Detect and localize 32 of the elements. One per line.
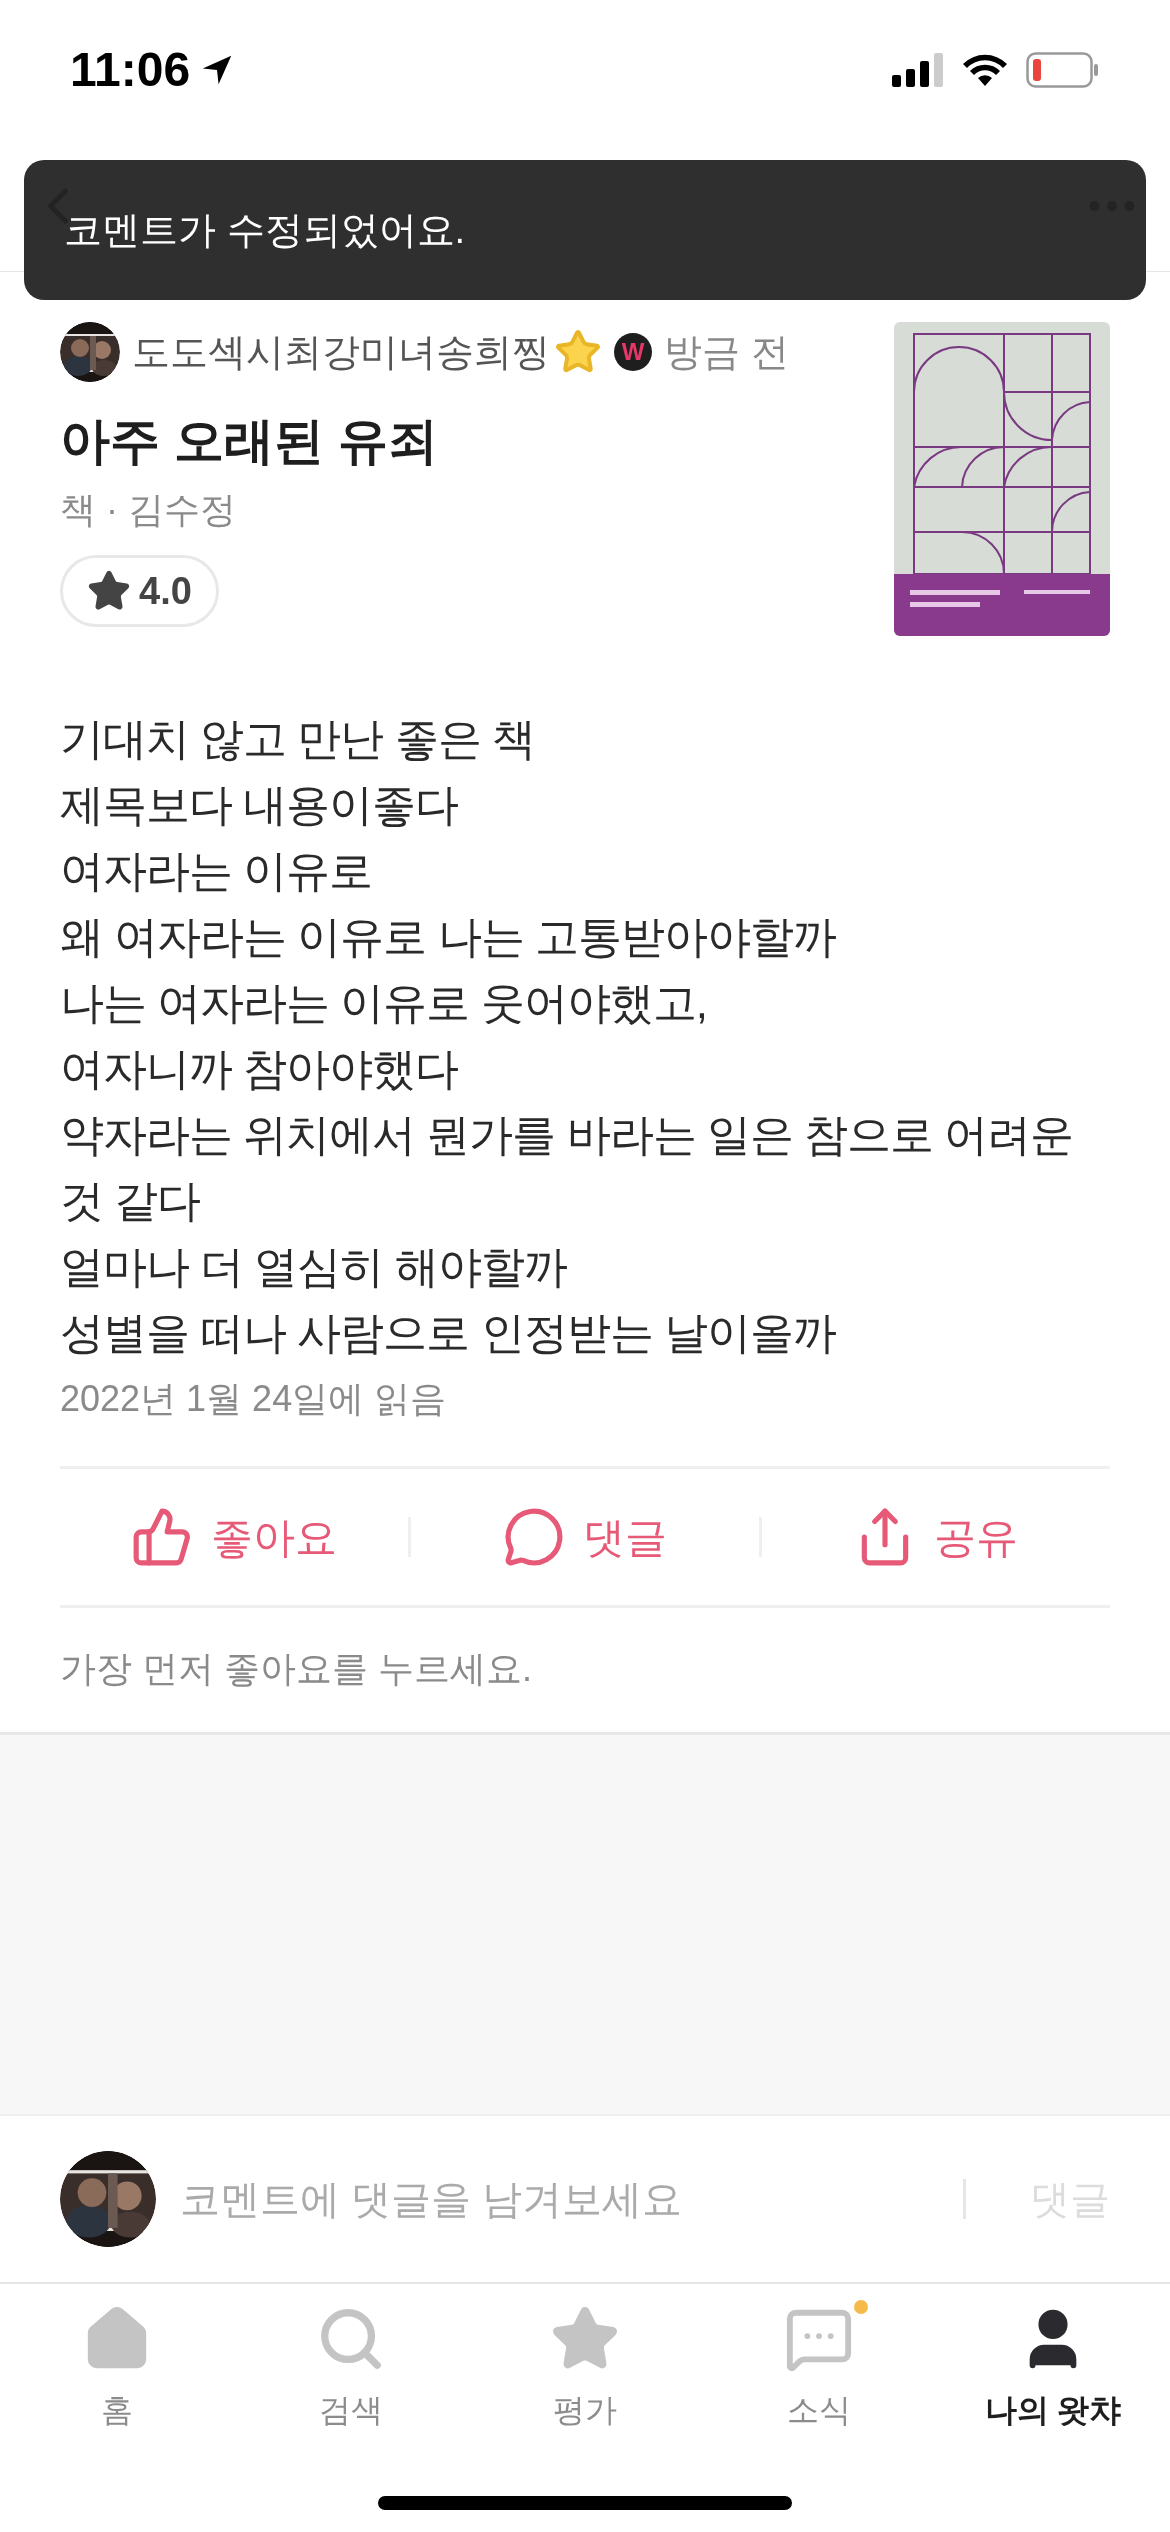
comment-line: 기대치 않고 만난 좋은 책 (60, 713, 536, 765)
toast: 코멘트가 수정되었어요. (24, 160, 1146, 300)
action-button[interactable]: 공유 (762, 1505, 1110, 1569)
speech-bubble-icon (503, 1506, 565, 1568)
rating-value: 4.0 (139, 568, 192, 614)
comment-line: 여자라는 이유로 (60, 845, 374, 897)
action-button[interactable]: 좋아요 (60, 1505, 408, 1569)
comment-line: 제목보다 내용이좋다 (60, 779, 460, 831)
status-time: 11:06 (70, 42, 191, 98)
comment-line: 얼마나 더 열심히 해야할까 (60, 1241, 568, 1293)
post-time: 방금 전 (664, 329, 789, 375)
battery-icon (1026, 52, 1100, 88)
badge: W (614, 333, 652, 371)
comment-line: 성별을 떠나 사람으로 인정받는 날이올까 (60, 1307, 837, 1359)
likes-note: 가장 먼저 좋아요를 누르세요. (59, 1647, 533, 1691)
reply-input[interactable]: 코멘트에 댓글을 남겨보세요 (180, 2169, 939, 2229)
comment-line: 여자니까 참아야했다 (60, 1043, 460, 1095)
tab[interactable]: 나의 왓챠 (936, 2304, 1170, 2434)
user-name[interactable]: 도도섹시최강미녀송희찡 (132, 323, 550, 381)
tab[interactable]: 평가 (468, 2304, 702, 2434)
action-button[interactable]: 댓글 (411, 1505, 759, 1569)
book-title: 아주 오래된 유죄 (60, 412, 439, 471)
tab[interactable]: 홈 (0, 2304, 234, 2434)
tab[interactable]: 검색 (234, 2304, 468, 2434)
read-date: 2022년 1월 24일에 읽음 (60, 1377, 448, 1421)
book-meta: 책 · 김수정 (60, 488, 237, 532)
comment-line: 왜 여자라는 이유로 나는 고통받아야할까 (60, 911, 837, 963)
comment-line: 약자라는 위치에서 뭔가를 바라는 일은 참으로 어려운것 같다 (60, 1109, 1075, 1227)
comment-line: 나는 여자라는 이유로 웃어야했고, (60, 977, 708, 1029)
signal-icon (892, 53, 944, 87)
tab[interactable]: 소식 (702, 2304, 936, 2434)
thumbs-up-icon (131, 1506, 193, 1568)
